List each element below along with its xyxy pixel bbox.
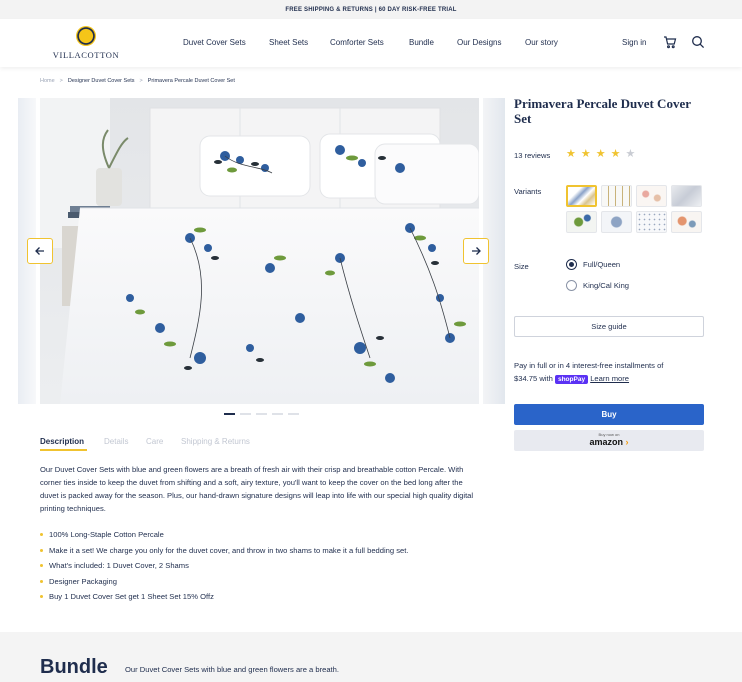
- variant-swatch[interactable]: [636, 185, 667, 207]
- nav-item-sheet-sets[interactable]: Sheet Sets: [269, 38, 308, 47]
- breadcrumb-home[interactable]: Home: [40, 78, 55, 84]
- installments-info: Pay in full or in 4 interest-free instal…: [514, 359, 704, 385]
- radio-selected-icon[interactable]: [566, 259, 577, 270]
- star-empty-icon: ★: [625, 148, 636, 160]
- product-gallery: [0, 98, 505, 404]
- gallery-dot[interactable]: [288, 413, 299, 415]
- list-item: What's included: 1 Duvet Cover, 2 Shams: [40, 558, 480, 574]
- list-item-text: 100% Long-Staple Cotton Percale: [49, 530, 164, 540]
- installments-text: Pay in full or in 4 interest-free instal…: [514, 361, 664, 370]
- bundle-section: Bundle Our Duvet Cover Sets with blue an…: [0, 632, 742, 682]
- sunflower-logo-icon: [76, 26, 96, 46]
- star-filled-icon: ★: [610, 148, 621, 160]
- variants-label: Variants: [514, 187, 542, 196]
- nav-item-our-story[interactable]: Our story: [525, 38, 558, 47]
- list-item-text: Make it a set! We charge you only for th…: [49, 545, 409, 555]
- breadcrumb-category[interactable]: Designer Duvet Cover Sets: [68, 78, 135, 84]
- variant-swatches: [566, 185, 704, 233]
- buy-on-amazon-button[interactable]: Buy now on amazon ›: [514, 430, 704, 451]
- size-option-full-queen[interactable]: Full/Queen: [566, 259, 620, 270]
- list-item-text: Designer Packaging: [49, 576, 117, 586]
- list-item: Make it a set! We charge you only for th…: [40, 543, 480, 559]
- breadcrumb-current: Primavera Percale Duvet Cover Set: [147, 78, 235, 84]
- star-rating[interactable]: ★ ★ ★ ★ ★: [566, 148, 635, 160]
- buy-button[interactable]: Buy: [514, 404, 704, 425]
- shop-pay-logo: shopPay: [554, 375, 589, 384]
- breadcrumb-separator: >: [139, 78, 143, 84]
- bullet-dot: [40, 548, 43, 552]
- bullet-dot: [40, 595, 43, 599]
- variant-swatch[interactable]: [601, 211, 632, 233]
- variant-swatch[interactable]: [671, 211, 702, 233]
- bundle-title: Bundle: [40, 656, 108, 678]
- gallery-dot[interactable]: [272, 413, 283, 415]
- arrow-right-icon: [472, 247, 481, 255]
- nav-item-bundle[interactable]: Bundle: [409, 38, 434, 47]
- site-header: VILLACOTTON Duvet Cover Sets Sheet Sets …: [0, 19, 742, 67]
- size-option-king-cal-king[interactable]: King/Cal King: [566, 280, 629, 291]
- tab-active-indicator: [40, 449, 87, 451]
- search-icon[interactable]: [691, 35, 705, 49]
- tab-shipping-returns[interactable]: Shipping & Returns: [181, 437, 250, 446]
- chevron-right-icon: ›: [625, 437, 629, 447]
- gallery-dot[interactable]: [240, 413, 251, 415]
- product-title: Primavera Percale Duvet Cover Set: [514, 96, 691, 126]
- star-filled-icon: ★: [595, 148, 606, 160]
- tab-details[interactable]: Details: [104, 437, 128, 446]
- nav-item-comforter-sets[interactable]: Comforter Sets: [330, 38, 384, 47]
- bullet-dot: [40, 564, 43, 568]
- list-item: 100% Long-Staple Cotton Percale: [40, 527, 480, 543]
- list-item-text: Buy 1 Duvet Cover Set get 1 Sheet Set 15…: [49, 592, 214, 602]
- reviews-count-link[interactable]: 13 reviews: [514, 151, 550, 160]
- promo-text: FREE SHIPPING & RETURNS | 60 DAY RISK-FR…: [285, 6, 457, 13]
- promo-bar: FREE SHIPPING & RETURNS | 60 DAY RISK-FR…: [0, 0, 742, 19]
- sign-in-link[interactable]: Sign in: [622, 38, 646, 47]
- amazon-logo: amazon: [589, 437, 623, 447]
- list-item: Buy 1 Duvet Cover Set get 1 Sheet Set 15…: [40, 589, 480, 605]
- variant-swatch[interactable]: [566, 211, 597, 233]
- gallery-dot[interactable]: [256, 413, 267, 415]
- feature-list: 100% Long-Staple Cotton Percale Make it …: [40, 527, 480, 605]
- gallery-next-button[interactable]: [463, 238, 489, 264]
- learn-more-link[interactable]: Learn more: [590, 374, 629, 383]
- tab-description[interactable]: Description: [40, 437, 84, 446]
- tab-care[interactable]: Care: [146, 437, 163, 446]
- breadcrumb: Home > Designer Duvet Cover Sets > Prima…: [40, 78, 235, 84]
- variant-swatch[interactable]: [636, 211, 667, 233]
- bullet-dot: [40, 533, 43, 537]
- nav-item-our-designs[interactable]: Our Designs: [457, 38, 501, 47]
- brand-logo[interactable]: VILLACOTTON: [50, 26, 122, 62]
- gallery-dots: [224, 413, 299, 415]
- bundle-text: Our Duvet Cover Sets with blue and green…: [125, 665, 340, 674]
- installment-amount: $34.75 with: [514, 374, 553, 383]
- nav-item-duvet-cover-sets[interactable]: Duvet Cover Sets: [183, 38, 246, 47]
- size-option-label: King/Cal King: [583, 281, 630, 290]
- cart-icon[interactable]: [663, 35, 677, 49]
- bullet-dot: [40, 579, 43, 583]
- size-guide-button[interactable]: Size guide: [514, 316, 704, 337]
- list-item: Designer Packaging: [40, 574, 480, 590]
- variant-swatch[interactable]: [671, 185, 702, 207]
- gallery-prev-button[interactable]: [27, 238, 53, 264]
- radio-unselected-icon[interactable]: [566, 280, 577, 291]
- variant-swatch[interactable]: [566, 185, 597, 207]
- gallery-dot[interactable]: [224, 413, 235, 415]
- size-option-label: Full/Queen: [583, 260, 621, 269]
- variant-swatch[interactable]: [601, 185, 632, 207]
- brand-name: VILLACOTTON: [52, 50, 120, 60]
- product-description: Our Duvet Cover Sets with blue and green…: [40, 465, 474, 513]
- product-main-image: [40, 98, 479, 404]
- size-label: Size: [514, 262, 529, 271]
- breadcrumb-separator: >: [59, 78, 63, 84]
- arrow-left-icon: [35, 247, 44, 255]
- star-filled-icon: ★: [580, 148, 591, 160]
- list-item-text: What's included: 1 Duvet Cover, 2 Shams: [49, 561, 189, 571]
- amazon-caption: Buy now on: [598, 432, 620, 437]
- star-filled-icon: ★: [566, 148, 576, 160]
